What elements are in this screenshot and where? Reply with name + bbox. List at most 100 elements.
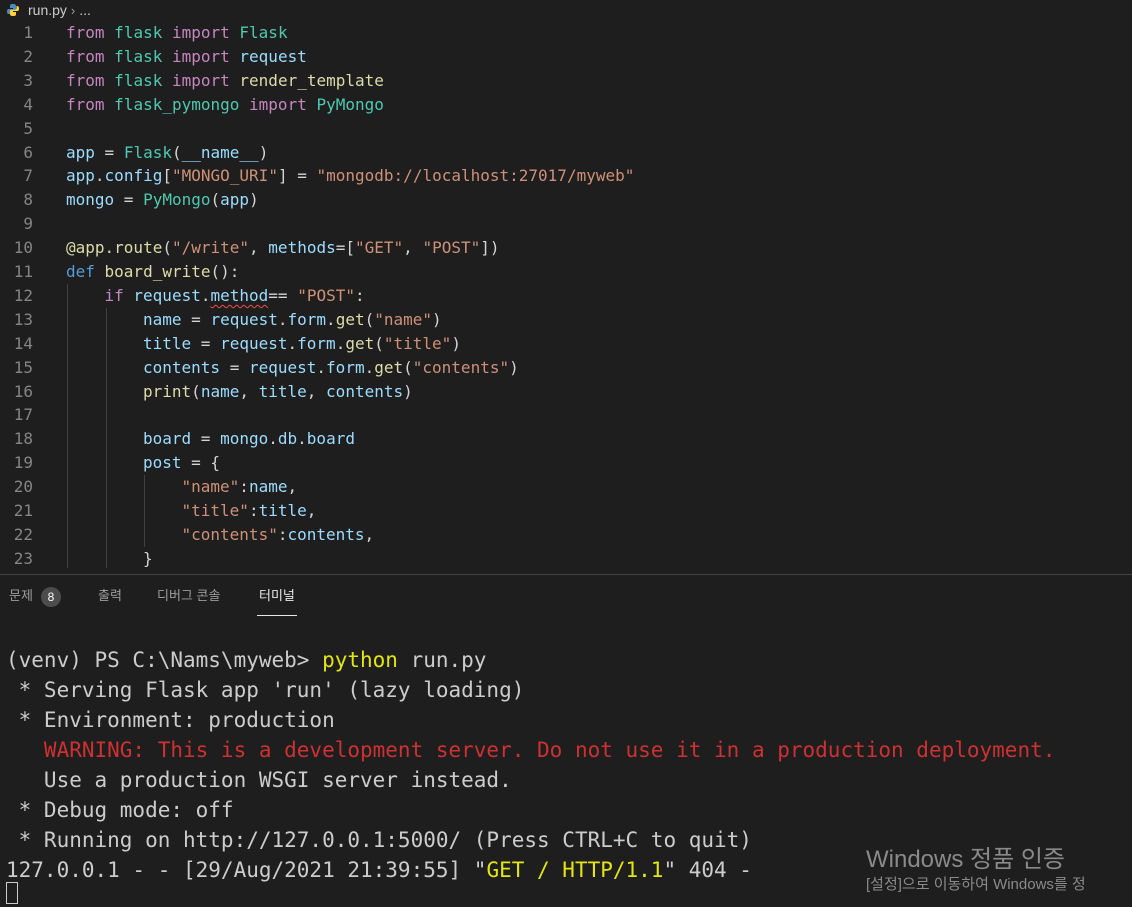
code-line[interactable]: 9	[0, 212, 1132, 236]
code-line[interactable]: 7 app.config["MONGO_URI"] = "mongodb://lo…	[0, 164, 1132, 188]
code-line[interactable]: 10 @app.route("/write", methods=["GET", "…	[0, 236, 1132, 260]
code-token: )	[432, 309, 442, 329]
code-line[interactable]: 13 name = request.form.get("name")	[0, 307, 1132, 332]
code-token: )	[258, 142, 269, 162]
code-token: mongo	[220, 429, 269, 449]
code-line[interactable]: 21 "title":title,	[0, 499, 1132, 523]
activation-watermark-subtitle: [설정]으로 이동하여 Windows를 정	[866, 876, 1086, 893]
indent-guide	[105, 427, 107, 452]
code-line[interactable]: 15 contents = request.form.get("contents"…	[0, 355, 1132, 380]
line-number: 3	[23, 70, 33, 90]
indent-guide	[105, 546, 107, 568]
code-line[interactable]: 19 post = {	[0, 451, 1132, 476]
code-line[interactable]: 2 from flask import request	[0, 45, 1132, 69]
code-line[interactable]: 22 "contents":contents,	[0, 522, 1132, 547]
code-token: ,	[249, 238, 269, 258]
code-line[interactable]: 12 if request.method== "POST":	[0, 283, 1132, 308]
code-line[interactable]: 4 from flask_pymongo import PyMongo	[0, 93, 1132, 117]
code-line[interactable]: 16 print(name, title, contents)	[0, 379, 1132, 404]
code-token: =	[181, 309, 211, 329]
terminal-segment: * Debug mode: off	[6, 798, 234, 822]
code-token: Flask	[239, 23, 288, 42]
terminal-line: WARNING: This is a development server. D…	[6, 735, 1055, 765]
code-token: methods	[268, 238, 336, 258]
code-line[interactable]: 23}	[0, 546, 1132, 568]
code-text: }	[143, 547, 153, 568]
code-token: PyMongo	[143, 190, 211, 210]
code-token: import	[171, 46, 240, 66]
code-token: "title"	[383, 333, 452, 353]
code-token: :	[239, 477, 249, 497]
tab-terminal[interactable]: 터미널	[257, 580, 297, 616]
tab-problems[interactable]: 문제 8	[9, 580, 61, 616]
code-token: "POST"	[297, 285, 355, 305]
code-token: "GET"	[355, 238, 404, 258]
code-token: app	[66, 142, 95, 162]
code-editor[interactable]: 1 from flask import Flask 2 from flask impo…	[0, 20, 1132, 568]
code-line[interactable]: 18 board = mongo.db.board	[0, 427, 1132, 452]
line-number: 1	[23, 23, 33, 42]
code-token: print	[143, 381, 192, 401]
code-text: board = mongo.db.board	[143, 427, 355, 451]
code-token: board_write	[104, 262, 211, 281]
terminal-line: (venv) PS C:\Nams\myweb> python run.py	[6, 645, 486, 675]
code-text: def board_write():	[66, 260, 239, 284]
code-token: "/write"	[171, 238, 250, 258]
code-token: contents	[287, 524, 365, 544]
code-line[interactable]: 17	[0, 403, 1132, 428]
code-token: config	[104, 166, 163, 186]
code-token: board	[306, 429, 355, 449]
line-number: 10	[13, 238, 33, 258]
code-text: mongo = PyMongo(app)	[66, 188, 259, 212]
terminal-cursor	[6, 882, 18, 904]
code-token: .	[316, 357, 327, 377]
code-line[interactable]: 6 app = Flask(__name__)	[0, 141, 1132, 165]
terminal-segment: GET / HTTP/1.1	[486, 858, 664, 882]
code-token: flask	[114, 23, 172, 42]
terminal-segment: " 404 -	[663, 858, 752, 882]
line-number: 8	[23, 190, 33, 210]
line-number: 5	[23, 118, 33, 138]
code-line[interactable]: 1 from flask import Flask	[0, 21, 1132, 45]
code-token: "contents"	[412, 357, 510, 377]
indent-guide	[144, 522, 145, 547]
code-token: ] =	[277, 166, 317, 186]
code-token: title	[258, 501, 307, 520]
indent-guide	[105, 499, 107, 523]
chevron-right-icon: ›	[70, 2, 76, 18]
code-token: ,	[239, 381, 259, 401]
code-line[interactable]: 20 "name":name,	[0, 475, 1132, 500]
terminal-segment: run.py	[397, 648, 487, 672]
terminal-segment: * Running on http://127.0.0.1:5000/ (Pre…	[6, 828, 752, 852]
code-token: (	[364, 309, 375, 329]
breadcrumb-more[interactable]: ...	[79, 2, 91, 18]
indent-guide	[67, 355, 68, 380]
tab-output[interactable]: 출력	[98, 580, 122, 616]
code-token: ,	[306, 381, 327, 401]
breadcrumb-file[interactable]: run.py	[28, 2, 67, 18]
code-token: form	[326, 357, 365, 377]
code-line[interactable]: 14 title = request.form.get("title")	[0, 331, 1132, 356]
code-token: (	[171, 142, 182, 162]
code-token: ,	[306, 501, 317, 520]
terminal-line: * Debug mode: off	[6, 795, 234, 825]
code-line[interactable]: 5	[0, 117, 1132, 141]
tab-debug-console[interactable]: 디버그 콘솔	[157, 580, 220, 616]
terminal-line: * Environment: production	[6, 705, 335, 735]
code-token: app	[66, 166, 95, 186]
code-line[interactable]: 3 from flask import render_template	[0, 69, 1132, 93]
code-text: app = Flask(__name__)	[66, 141, 268, 165]
code-text: print(name, title, contents)	[143, 380, 413, 404]
terminal-line: 127.0.0.1 - - [29/Aug/2021 21:39:55] "GE…	[6, 855, 752, 885]
code-token: (	[374, 333, 384, 353]
code-text: from flask import request	[66, 45, 307, 69]
code-token: name	[143, 309, 182, 329]
code-token: (	[191, 381, 201, 401]
code-token: =	[114, 190, 144, 210]
code-line[interactable]: 8 mongo = PyMongo(app)	[0, 188, 1132, 212]
code-text: @app.route("/write", methods=["GET", "PO…	[66, 236, 500, 260]
indent-guide	[67, 451, 68, 476]
indent-guide	[67, 499, 68, 523]
indent-guide	[67, 475, 68, 500]
code-line[interactable]: 11 def board_write():	[0, 260, 1132, 284]
